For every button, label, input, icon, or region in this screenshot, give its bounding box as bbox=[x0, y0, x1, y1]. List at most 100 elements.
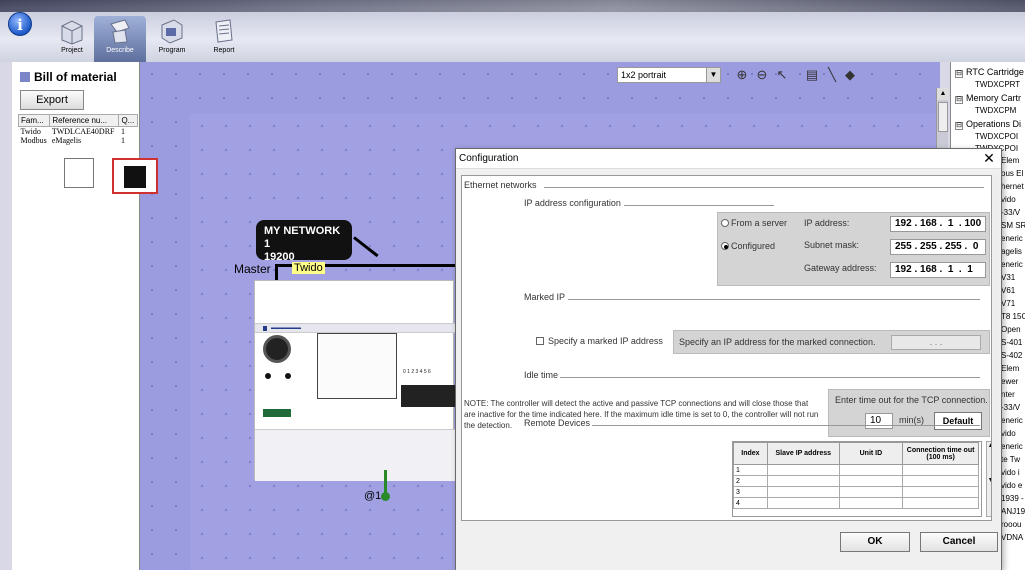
tree-item[interactable]: ous El bbox=[1001, 169, 1023, 178]
table-cell[interactable] bbox=[766, 497, 840, 509]
tree-item[interactable]: S-402 bbox=[1001, 351, 1022, 360]
tree-item[interactable]: agelis bbox=[1001, 247, 1022, 256]
remote-devices-section: Remote Devices bbox=[524, 418, 984, 428]
table-cell[interactable] bbox=[902, 497, 979, 509]
gateway-field[interactable]: 192 . 168 . 1 . 1 bbox=[890, 262, 986, 278]
tree-item[interactable]: eneric bbox=[1001, 234, 1023, 243]
table-row[interactable]: Modbus eMagelis 1 bbox=[19, 136, 138, 145]
tree-item[interactable]: vido bbox=[1001, 195, 1016, 204]
collapse-icon[interactable]: ⊟ bbox=[955, 122, 963, 130]
tree-item[interactable]: vido bbox=[1001, 429, 1016, 438]
radio-label: Configured bbox=[731, 241, 776, 251]
table-cell[interactable] bbox=[766, 475, 840, 487]
ok-button[interactable]: OK bbox=[840, 532, 910, 552]
bom-col-reference[interactable]: Reference nu... bbox=[49, 114, 120, 127]
bom-col-quantity[interactable]: Q... bbox=[118, 114, 138, 127]
info-icon[interactable]: i bbox=[8, 12, 32, 36]
bom-title-text: Bill of material bbox=[34, 70, 117, 84]
tab-program[interactable]: Program bbox=[146, 16, 198, 62]
tree-item[interactable]: S-401 bbox=[1001, 338, 1022, 347]
table-cell[interactable] bbox=[766, 486, 840, 498]
tree-item[interactable]: V61 bbox=[1001, 286, 1015, 295]
table-row[interactable]: Twido TWDLCAE40DRF 1 bbox=[19, 127, 138, 136]
tree-node[interactable]: ⊟ Memory Cartr bbox=[955, 93, 1021, 104]
remote-devices-table[interactable]: Index Slave IP address Unit ID Connectio… bbox=[732, 441, 982, 517]
link-tool-icon[interactable]: ╲ bbox=[824, 67, 840, 83]
tree-item[interactable]: T8 15C bbox=[1001, 312, 1025, 321]
tree-item[interactable]: vido e bbox=[1001, 481, 1022, 490]
table-cell[interactable] bbox=[838, 497, 904, 509]
ip-address-field[interactable]: 192 . 168 . 1 . 100 bbox=[890, 216, 986, 232]
tab-project[interactable]: Project bbox=[46, 16, 98, 62]
tree-item[interactable]: Elem bbox=[1001, 364, 1019, 373]
tree-item[interactable]: hernet bbox=[1001, 182, 1024, 191]
table-cell[interactable] bbox=[902, 486, 979, 498]
tree-leaf[interactable]: TWDXCPM bbox=[975, 106, 1016, 115]
plc-device[interactable]: ▬▬▬▬▬▬ 0 1 2 3 4 5 6 bbox=[254, 280, 455, 481]
table-cell[interactable] bbox=[766, 464, 840, 476]
marked-ip-field[interactable]: . . . bbox=[891, 335, 981, 350]
col-index[interactable]: Index bbox=[733, 442, 768, 465]
tree-node[interactable]: ⊟ Operations Di bbox=[955, 119, 1021, 130]
section-title: Idle time bbox=[524, 370, 559, 380]
table-row[interactable]: 3 bbox=[733, 486, 979, 498]
ethernet-port[interactable] bbox=[112, 158, 158, 194]
dialog-scrollbar[interactable] bbox=[992, 175, 999, 521]
tree-item[interactable]: V31 bbox=[1001, 273, 1015, 282]
col-slave-ip[interactable]: Slave IP address bbox=[766, 442, 840, 465]
tree-node[interactable]: ⊟ RTC Cartridge bbox=[955, 67, 1024, 78]
table-row[interactable]: 2 bbox=[733, 475, 979, 487]
tree-item[interactable]: eneric bbox=[1001, 442, 1023, 451]
tree-item[interactable]: -33/V bbox=[1001, 403, 1020, 412]
bom-col-family[interactable]: Fam... bbox=[17, 114, 51, 127]
tree-item[interactable]: V71 bbox=[1001, 299, 1015, 308]
zoom-in-icon[interactable]: ⊕ bbox=[734, 67, 750, 83]
tree-leaf[interactable]: TWDXCPRT bbox=[975, 80, 1020, 89]
tree-item[interactable]: ewer bbox=[1001, 377, 1018, 386]
tree-item[interactable]: SM SR bbox=[1001, 221, 1025, 230]
subnet-mask-field[interactable]: 255 . 255 . 255 . 0 bbox=[890, 239, 986, 255]
close-icon[interactable]: ✕ bbox=[981, 150, 997, 167]
from-server-radio[interactable]: From a server bbox=[721, 218, 787, 228]
tree-item[interactable]: ANJ19 bbox=[1001, 507, 1025, 516]
tree-item[interactable]: te Tw bbox=[1001, 455, 1020, 464]
zoom-out-icon[interactable]: ⊖ bbox=[754, 67, 770, 83]
table-cell[interactable] bbox=[902, 475, 979, 487]
tree-item[interactable]: -33/V bbox=[1001, 208, 1020, 217]
network-bubble[interactable]: MY NETWORK 1 19200 bbox=[256, 220, 352, 263]
tree-item[interactable]: eneric bbox=[1001, 260, 1023, 269]
collapse-icon[interactable]: ⊟ bbox=[955, 96, 963, 104]
tree-item[interactable]: vido i bbox=[1001, 468, 1020, 477]
tab-report[interactable]: Report bbox=[198, 16, 250, 62]
table-cell[interactable] bbox=[838, 486, 904, 498]
tree-item[interactable]: 1939 - bbox=[1001, 494, 1024, 503]
dialog-titlebar[interactable]: Configuration ✕ bbox=[456, 149, 1001, 169]
tree-item[interactable]: Elem bbox=[1001, 156, 1019, 165]
tree-item[interactable]: rooou bbox=[1001, 520, 1021, 529]
tree-item[interactable]: nter bbox=[1001, 390, 1015, 399]
configured-radio[interactable]: Configured bbox=[721, 241, 775, 251]
view-select[interactable]: 1x2 portrait ▼ bbox=[617, 67, 721, 83]
tab-describe[interactable]: Describe bbox=[94, 16, 146, 62]
collapse-icon[interactable]: ⊟ bbox=[955, 70, 963, 78]
table-cell[interactable] bbox=[838, 475, 904, 487]
table-cell[interactable] bbox=[838, 464, 904, 476]
scroll-thumb[interactable] bbox=[938, 102, 948, 132]
pointer-icon[interactable]: ↖ bbox=[774, 67, 790, 83]
col-unit-id[interactable]: Unit ID bbox=[838, 442, 904, 465]
scroll-up-icon[interactable]: ▲ bbox=[937, 88, 949, 100]
tree-item[interactable]: Open bbox=[1001, 325, 1021, 334]
tree-leaf[interactable]: TWDXCPOI bbox=[975, 132, 1018, 141]
tree-item[interactable]: VDNA bbox=[1001, 533, 1023, 542]
eraser-icon[interactable]: ◆ bbox=[842, 67, 858, 83]
col-connection-timeout[interactable]: Connection time out (100 ms) bbox=[902, 442, 979, 465]
cancel-button[interactable]: Cancel bbox=[920, 532, 998, 552]
table-row[interactable]: 4 bbox=[733, 497, 979, 509]
table-cell[interactable] bbox=[902, 464, 979, 476]
table-row[interactable]: 1 bbox=[733, 464, 979, 476]
marked-ip-checkbox[interactable]: Specify a marked IP address bbox=[536, 336, 663, 346]
chevron-down-icon[interactable]: ▼ bbox=[706, 68, 720, 82]
export-button[interactable]: Export bbox=[20, 90, 84, 110]
document-icon[interactable]: ▤ bbox=[804, 67, 820, 83]
tree-item[interactable]: eneric bbox=[1001, 416, 1023, 425]
